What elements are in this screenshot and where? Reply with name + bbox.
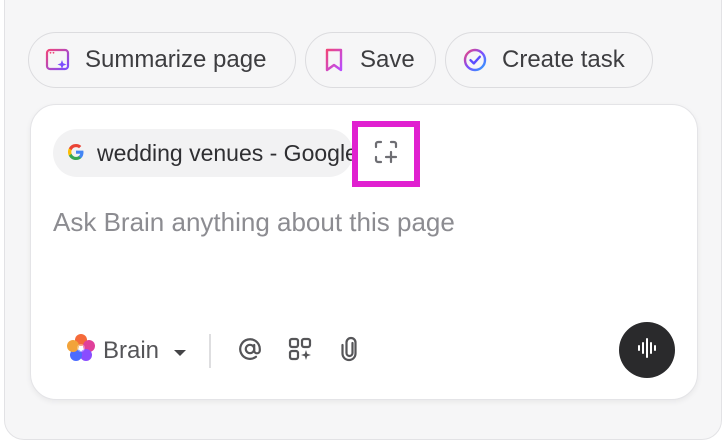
- google-g-icon: [67, 140, 85, 167]
- create-task-button[interactable]: Create task: [445, 32, 653, 88]
- save-button[interactable]: Save: [305, 32, 436, 88]
- apps-sparkle-icon: [287, 336, 313, 367]
- voice-input-button[interactable]: [619, 322, 675, 378]
- apps-button[interactable]: [275, 327, 325, 375]
- summarize-page-label: Summarize page: [85, 46, 267, 73]
- model-selector[interactable]: Brain: [61, 327, 191, 375]
- bookmark-icon: [322, 47, 346, 73]
- paperclip-icon: [337, 336, 363, 367]
- caret-down-icon: [173, 337, 187, 365]
- prompt-input[interactable]: Ask Brain anything about this page: [53, 207, 455, 238]
- page-context-chip[interactable]: wedding venues - Google Search: [53, 129, 353, 177]
- browser-sparkle-icon: [45, 47, 71, 73]
- page-context-label: wedding venues - Google Search: [97, 139, 353, 166]
- attach-button[interactable]: [325, 327, 375, 375]
- summarize-page-button[interactable]: Summarize page: [28, 32, 296, 88]
- save-label: Save: [360, 46, 415, 73]
- toolbar-divider: [209, 334, 211, 368]
- chat-composer: wedding venues - Google Search Ask Brain…: [30, 104, 698, 400]
- mention-button[interactable]: [225, 327, 275, 375]
- create-task-label: Create task: [502, 46, 625, 73]
- composer-toolbar: Brain: [61, 327, 681, 375]
- screen-select-plus-icon: [372, 138, 400, 171]
- voice-waveform-icon: [634, 335, 660, 366]
- at-sign-icon: [237, 336, 263, 367]
- brain-logo-icon: [65, 332, 97, 371]
- model-label: Brain: [103, 337, 160, 364]
- check-circle-icon: [462, 47, 488, 73]
- select-area-button[interactable]: [352, 121, 420, 187]
